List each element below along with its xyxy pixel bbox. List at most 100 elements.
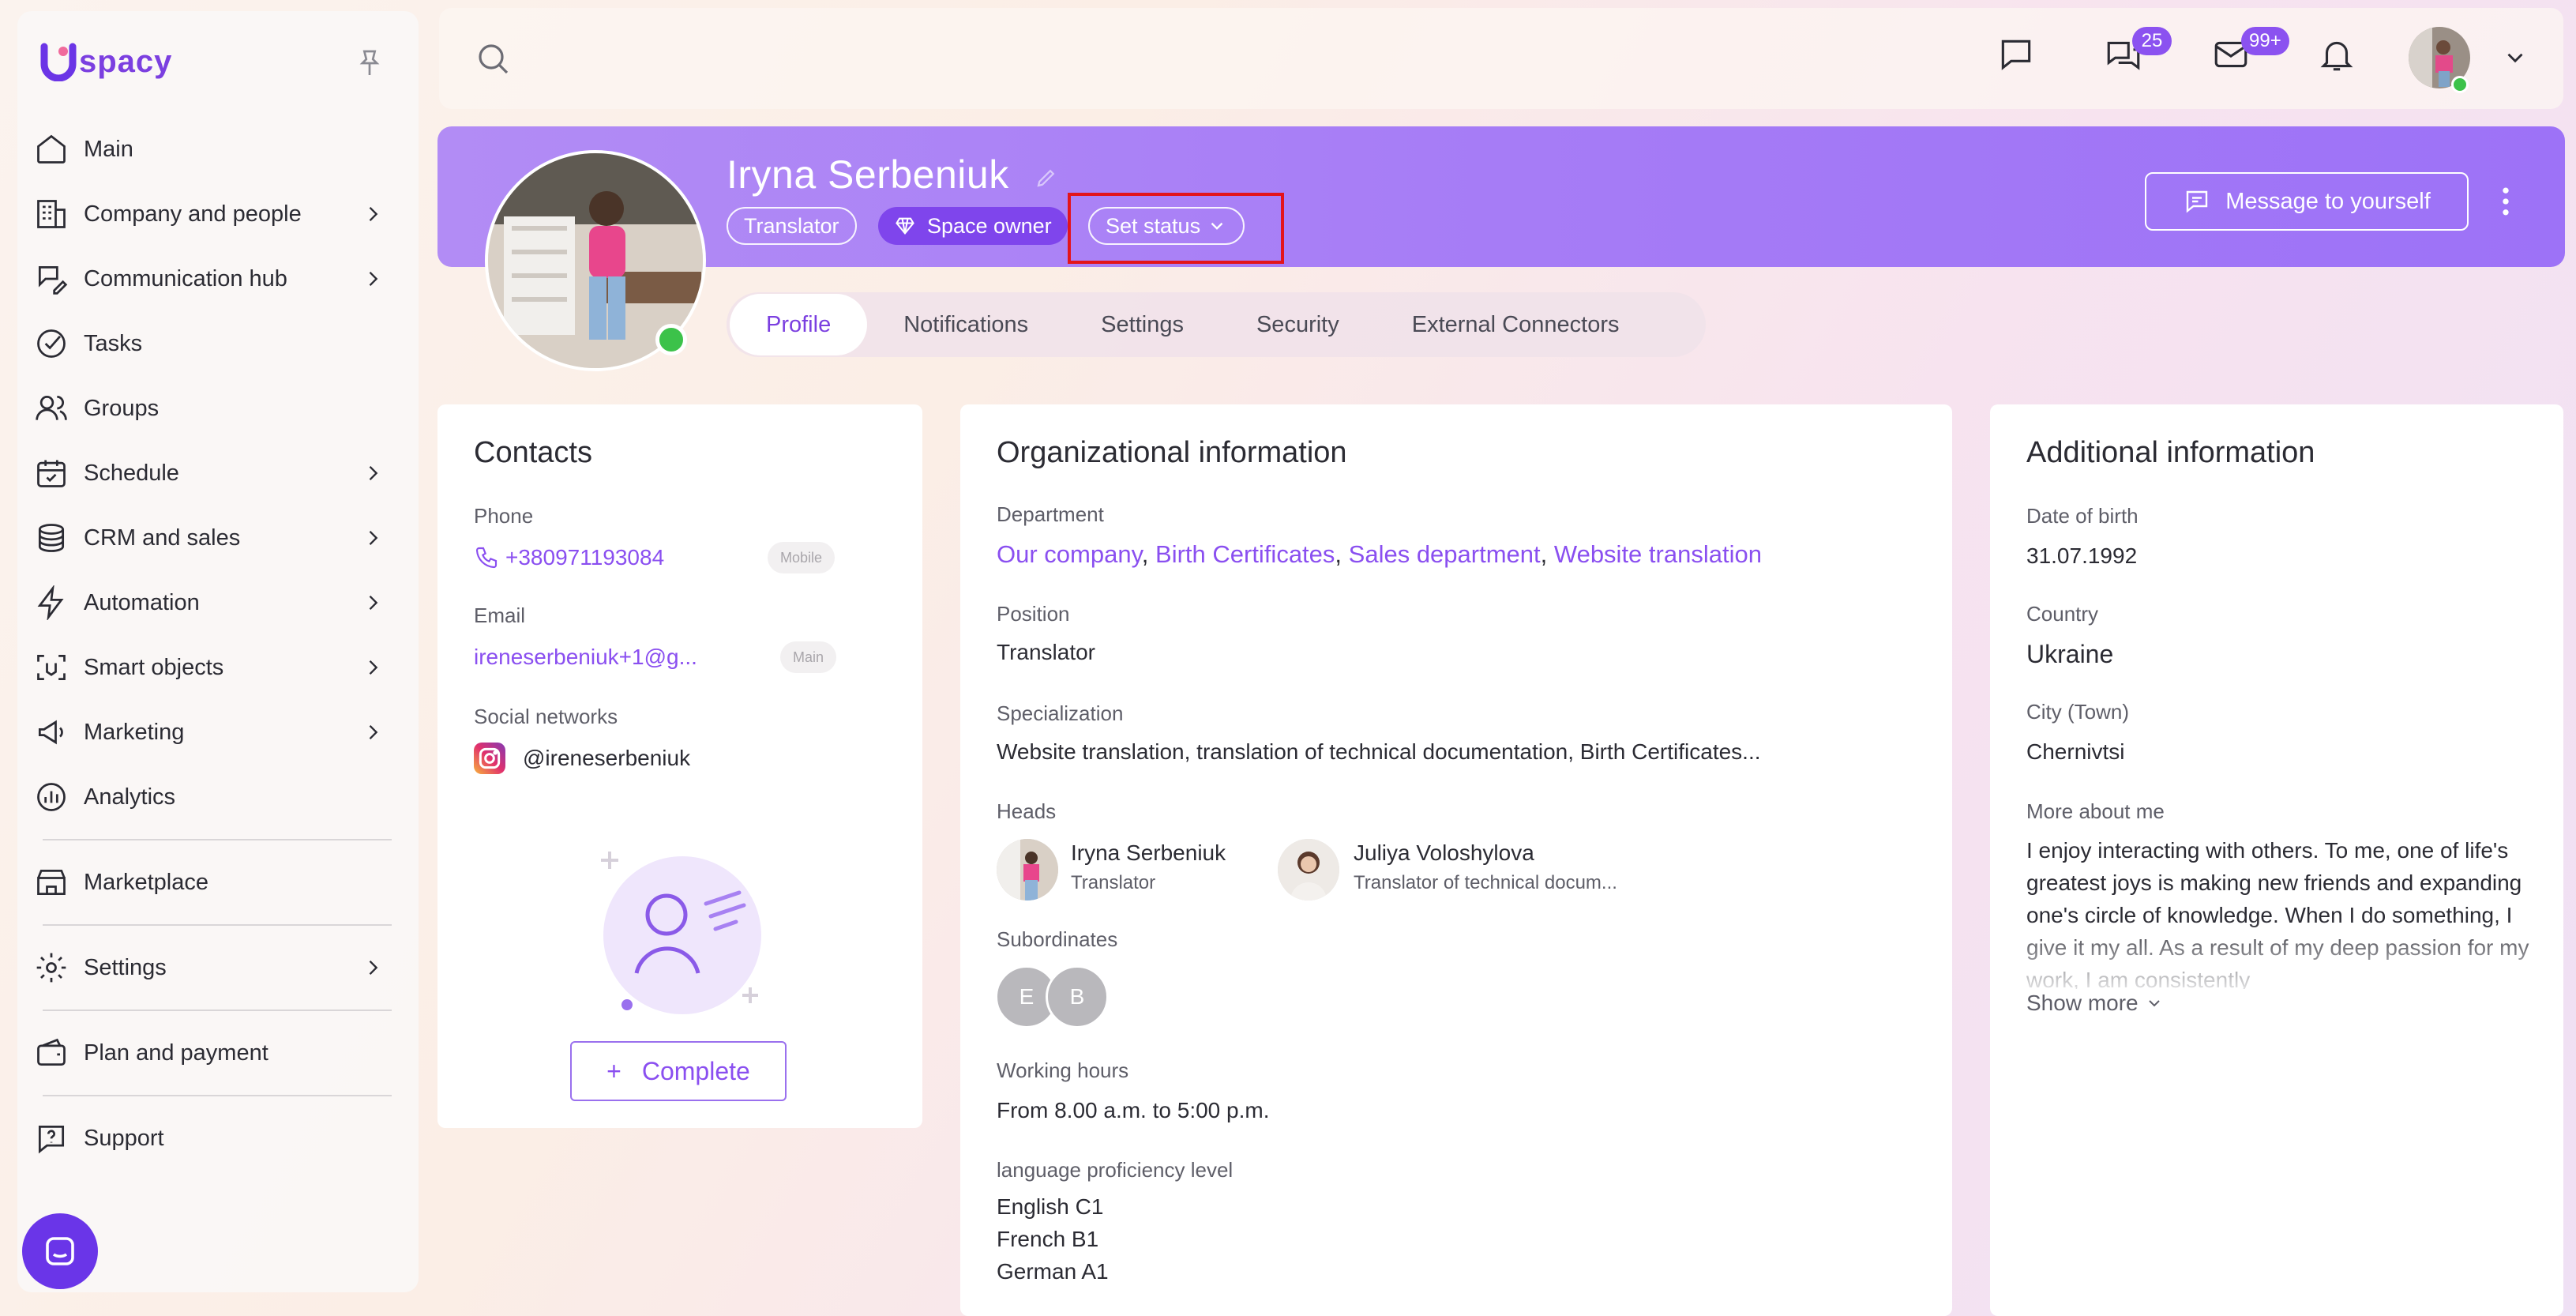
card-title: Additional information bbox=[2026, 436, 2315, 469]
about-me-text: I enjoy interacting with others. To me, … bbox=[2026, 838, 2529, 989]
chart-icon bbox=[32, 777, 71, 817]
message-to-yourself-button[interactable]: Message to yourself bbox=[2145, 172, 2469, 231]
store-icon bbox=[32, 863, 71, 902]
instagram-handle[interactable]: @ireneserbeniuk bbox=[523, 746, 690, 771]
sidebar-item-label: Automation bbox=[84, 589, 200, 615]
department-link[interactable]: Website translation bbox=[1554, 540, 1762, 568]
language-label: language proficiency level bbox=[997, 1158, 1234, 1182]
calendar-icon bbox=[32, 453, 71, 493]
chat-edit-icon bbox=[32, 259, 71, 299]
sidebar-item-label: Tasks bbox=[84, 330, 143, 356]
megaphone-icon bbox=[32, 713, 71, 752]
phone-type-tag: Mobile bbox=[768, 542, 836, 573]
social-networks-label: Social networks bbox=[474, 705, 618, 728]
email-type-tag: Main bbox=[780, 641, 837, 673]
bell-icon[interactable] bbox=[2317, 35, 2356, 74]
phone-link[interactable]: +380971193084 bbox=[505, 545, 664, 570]
sidebar-item-label: CRM and sales bbox=[84, 525, 241, 551]
online-indicator bbox=[655, 324, 687, 355]
heads-label: Heads bbox=[997, 799, 1057, 823]
app-logo[interactable]: spacy bbox=[39, 38, 172, 85]
tab-notifications[interactable]: Notifications bbox=[867, 294, 1065, 355]
gear-icon bbox=[32, 948, 71, 987]
department-label: Department bbox=[997, 502, 1104, 526]
complete-profile-button[interactable]: + Complete bbox=[570, 1041, 787, 1101]
department-link[interactable]: Sales department bbox=[1349, 540, 1541, 568]
head-name[interactable]: Iryna Serbeniuk bbox=[1071, 840, 1226, 866]
position-value: Translator bbox=[997, 640, 1096, 664]
sidebar-item-label: Main bbox=[84, 136, 133, 162]
head-role: Translator bbox=[1071, 872, 1156, 893]
show-more-button[interactable]: Show more bbox=[2026, 991, 2164, 1016]
show-more-label: Show more bbox=[2026, 991, 2139, 1015]
sidebar-item-marketplace[interactable]: Marketplace bbox=[32, 850, 392, 915]
sidebar-item-label: Groups bbox=[84, 395, 160, 421]
sidebar-item-label: Schedule bbox=[84, 460, 179, 486]
space-owner-badge: Space owner bbox=[878, 207, 1068, 245]
sidebar-item-main[interactable]: Main bbox=[32, 117, 392, 182]
email-link[interactable]: ireneserbeniuk+1@g... bbox=[474, 645, 697, 670]
divider bbox=[43, 1010, 392, 1011]
building-icon bbox=[32, 194, 71, 234]
head-name[interactable]: Juliya Voloshylova bbox=[1354, 840, 1534, 866]
head-avatar[interactable] bbox=[997, 839, 1058, 901]
sidebar-item-tasks[interactable]: Tasks bbox=[32, 311, 392, 376]
sidebar-item-label: Smart objects bbox=[84, 654, 224, 680]
support-chat-button[interactable] bbox=[22, 1213, 98, 1289]
online-indicator bbox=[2451, 76, 2469, 93]
check-circle-icon bbox=[32, 324, 71, 363]
sidebar-item-groups[interactable]: Groups bbox=[32, 376, 392, 441]
working-hours-label: Working hours bbox=[997, 1058, 1129, 1082]
sidebar-item-plan-and-payment[interactable]: Plan and payment bbox=[32, 1021, 392, 1085]
country-value: Ukraine bbox=[2026, 640, 2114, 668]
logo-mark-icon bbox=[39, 42, 77, 82]
complete-profile-illustration-icon bbox=[595, 847, 769, 1021]
contacts-card: Contacts Phone +380971193084 Mobile Emai… bbox=[437, 404, 922, 1128]
sidebar-item-crm-and-sales[interactable]: CRM and sales bbox=[32, 506, 392, 570]
sidebar-item-analytics[interactable]: Analytics bbox=[32, 765, 392, 829]
chat-widget-icon bbox=[46, 1237, 74, 1265]
sidebar-item-label: Communication hub bbox=[84, 265, 287, 291]
sidebar-item-settings[interactable]: Settings bbox=[32, 935, 392, 1000]
sidebar-item-schedule[interactable]: Schedule bbox=[32, 441, 392, 506]
city-value: Chernivtsi bbox=[2026, 739, 2125, 764]
card-title: Organizational information bbox=[997, 436, 1347, 469]
divider bbox=[43, 924, 392, 926]
tab-settings[interactable]: Settings bbox=[1065, 294, 1220, 355]
messages-icon[interactable] bbox=[1996, 35, 2036, 74]
department-link[interactable]: Our company bbox=[997, 540, 1142, 568]
position-tag: Translator bbox=[727, 207, 857, 245]
head-avatar[interactable] bbox=[1278, 839, 1339, 901]
date-of-birth-label: Date of birth bbox=[2026, 504, 2139, 528]
scan-icon bbox=[32, 648, 71, 687]
help-icon bbox=[32, 1119, 71, 1158]
sidebar-item-label: Plan and payment bbox=[84, 1040, 268, 1066]
chevron-right-icon bbox=[362, 268, 384, 290]
specialization-value: Website translation, translation of tech… bbox=[997, 739, 1761, 764]
chevron-right-icon bbox=[362, 656, 384, 679]
sidebar-item-communication-hub[interactable]: Communication hub bbox=[32, 246, 392, 311]
sidebar-item-company-and-people[interactable]: Company and people bbox=[32, 182, 392, 246]
sidebar-item-automation[interactable]: Automation bbox=[32, 570, 392, 635]
chevron-down-icon[interactable] bbox=[2502, 44, 2529, 71]
subordinate-avatar[interactable]: B bbox=[1046, 965, 1109, 1028]
more-options-icon[interactable] bbox=[2495, 183, 2516, 220]
pin-icon[interactable] bbox=[354, 47, 385, 79]
users-icon bbox=[32, 389, 71, 428]
tab-security[interactable]: Security bbox=[1220, 294, 1376, 355]
edit-icon[interactable] bbox=[1035, 166, 1058, 190]
chats-badge: 25 bbox=[2132, 27, 2172, 55]
message-to-yourself-label: Message to yourself bbox=[2225, 188, 2431, 214]
search-icon[interactable] bbox=[474, 39, 512, 77]
date-of-birth-value: 31.07.1992 bbox=[2026, 543, 2138, 568]
tab-external-connectors[interactable]: External Connectors bbox=[1376, 294, 1656, 355]
sidebar-item-label: Company and people bbox=[84, 201, 302, 227]
department-link[interactable]: Birth Certificates bbox=[1155, 540, 1335, 568]
department-list: Our company, Birth Certificates, Sales d… bbox=[997, 540, 1762, 568]
city-label: City (Town) bbox=[2026, 700, 2130, 724]
chevron-down-icon bbox=[2148, 1000, 2160, 1007]
sidebar-item-support[interactable]: Support bbox=[32, 1106, 392, 1171]
tab-profile[interactable]: Profile bbox=[730, 294, 868, 355]
sidebar-item-marketing[interactable]: Marketing bbox=[32, 700, 392, 765]
sidebar-item-smart-objects[interactable]: Smart objects bbox=[32, 635, 392, 700]
